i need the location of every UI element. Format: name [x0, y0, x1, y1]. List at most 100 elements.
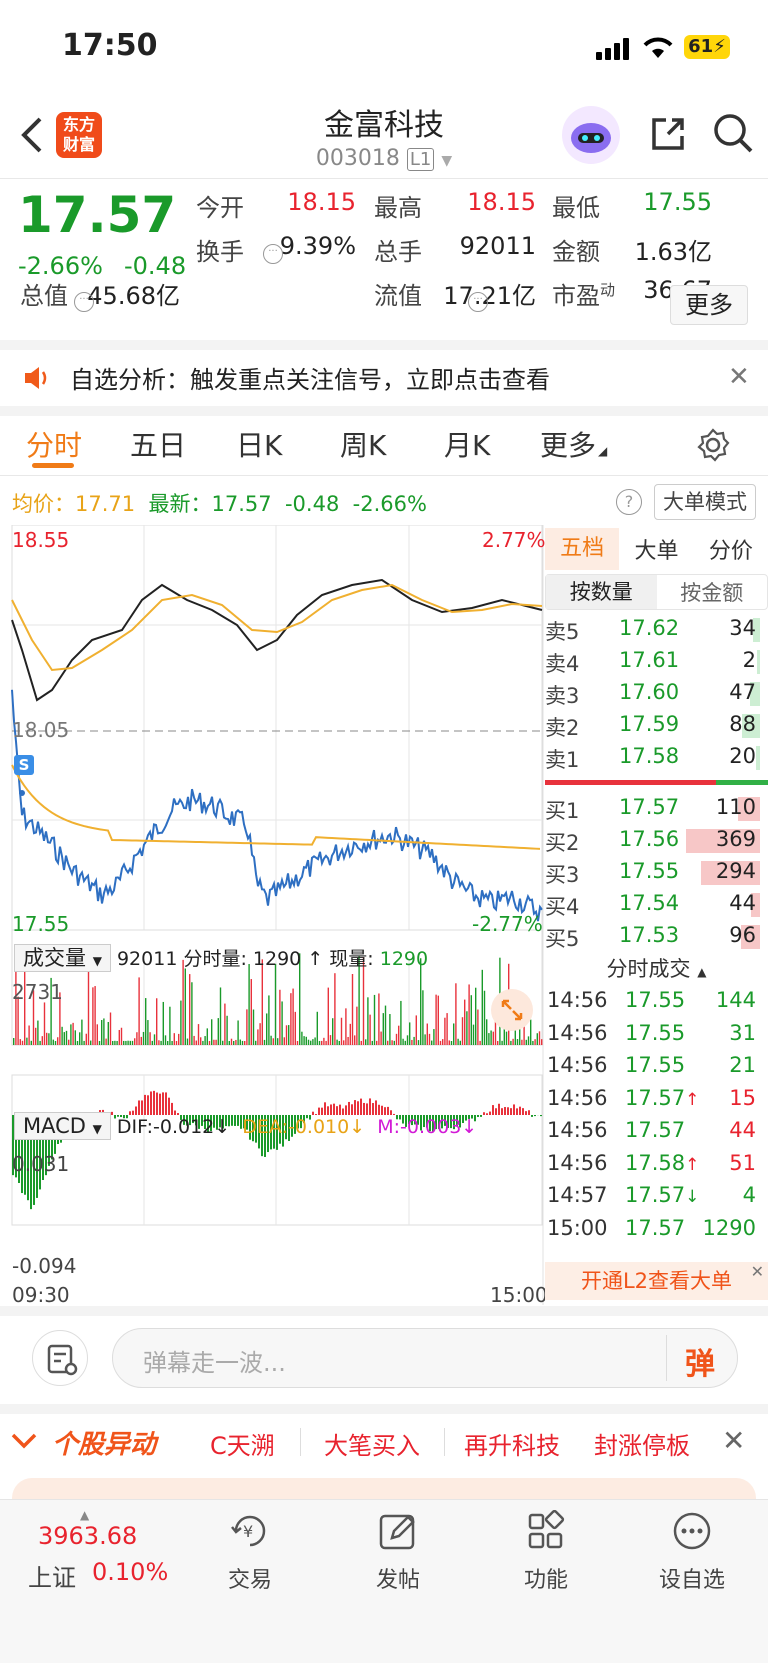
buy-level-row[interactable]: 买3 17.55 294: [545, 857, 768, 889]
info-dot-icon[interactable]: ···: [263, 244, 283, 264]
book-ratio-bar: [545, 780, 768, 785]
level-volume: 294: [715, 859, 756, 883]
volume-bar: [492, 1031, 494, 1045]
mover-item[interactable]: 再升科技: [464, 1426, 560, 1461]
level-volume: 96: [729, 923, 756, 947]
macd-bar: [168, 1097, 170, 1115]
tab-5[interactable]: 更多 ◢: [540, 424, 607, 464]
trades-title-row[interactable]: 分时成交 ▲: [545, 952, 768, 986]
volume-bar: [343, 1040, 345, 1045]
volume-bar: [510, 1040, 512, 1045]
volume-bar: [477, 1009, 479, 1045]
price-mid-label: 18.05: [12, 718, 70, 742]
settings-icon[interactable]: [696, 428, 730, 462]
tab-1[interactable]: 五日: [130, 424, 186, 464]
expand-icon[interactable]: [491, 989, 533, 1031]
chevron-down-icon[interactable]: [10, 1428, 38, 1454]
buy-level-row[interactable]: 买1 17.57 110: [545, 793, 768, 825]
quote-field-label: 流值: [374, 282, 422, 310]
macd-bar: [144, 1094, 146, 1115]
volume-bar: [81, 1019, 83, 1045]
subtab-by-volume[interactable]: 按数量: [546, 575, 657, 609]
more-button[interactable]: 更多: [670, 285, 748, 325]
sell-level-row[interactable]: 卖3 17.60 47: [545, 678, 768, 710]
notes-icon[interactable]: [32, 1330, 88, 1386]
sell-level-row[interactable]: 卖2 17.59 88: [545, 710, 768, 742]
dropdown-icon: ▼: [441, 153, 453, 169]
macd-bar: [141, 1100, 143, 1115]
level-badge: L1: [406, 148, 435, 171]
volume-bar: [120, 1027, 123, 1045]
volume-bar: [314, 1037, 316, 1045]
macd-bar: [159, 1093, 161, 1115]
tab-4[interactable]: 月K: [444, 424, 490, 464]
info-dot-icon[interactable]: ···: [74, 292, 94, 312]
mover-item[interactable]: 大笔买入: [324, 1426, 420, 1461]
trade-arrow: ↓: [685, 1187, 700, 1207]
robot-avatar-icon[interactable]: [562, 106, 620, 164]
volume-bar: [406, 1035, 409, 1045]
subtab-by-amount[interactable]: 按金额: [657, 577, 768, 607]
close-icon[interactable]: ✕: [728, 362, 750, 392]
volume-selector[interactable]: 成交量 ▼: [14, 944, 111, 972]
volume-bar: [129, 1040, 131, 1045]
macd-selector[interactable]: MACD ▼: [14, 1112, 111, 1140]
volume-bar: [318, 1040, 321, 1045]
l2-promo[interactable]: 开通L2查看大单 ✕: [545, 1262, 768, 1300]
notice-bar[interactable]: 自选分析：触发重点关注信号，立即点击查看 ✕: [0, 350, 768, 406]
close-icon[interactable]: ✕: [751, 1262, 764, 1281]
volume-bar: [208, 1041, 211, 1045]
macd-bar: [147, 1095, 149, 1115]
share-icon[interactable]: [648, 114, 688, 154]
help-icon[interactable]: ?: [616, 489, 642, 515]
volume-bar: [488, 1033, 490, 1045]
tab-3[interactable]: 周K: [340, 424, 386, 464]
trade-row: 14:56 17.58↑ 51: [545, 1149, 768, 1182]
quote-field-value: 92011: [459, 232, 536, 260]
tab-2[interactable]: 日K: [236, 424, 282, 464]
volume-bar: [26, 1037, 28, 1045]
tab-price-dist[interactable]: 分价: [694, 533, 768, 565]
dea-line: [11, 583, 543, 672]
comment-input[interactable]: 弹幕走一波... 弹: [112, 1328, 738, 1388]
volume-bar: [380, 1031, 382, 1045]
big-order-mode-button[interactable]: 大单模式: [654, 484, 756, 520]
mover-item[interactable]: 封涨停板: [594, 1426, 690, 1461]
tab-big-orders[interactable]: 大单: [619, 533, 693, 565]
volume-bar: [79, 1032, 81, 1045]
intraday-chart[interactable]: [0, 525, 545, 1305]
search-icon[interactable]: [712, 112, 754, 154]
index-widget[interactable]: ▲ 3963.68 上证 0.10%: [0, 1500, 174, 1610]
nav-post[interactable]: 发帖: [358, 1510, 438, 1594]
close-icon[interactable]: ✕: [722, 1424, 745, 1457]
nav-functions[interactable]: 功能: [506, 1509, 586, 1594]
sell-level-row[interactable]: 卖5 17.62 34: [545, 614, 768, 646]
volume-bar: [367, 997, 369, 1045]
volume-bar: [307, 1039, 310, 1045]
volume-bar: [182, 959, 184, 1045]
mover-item[interactable]: C天溯: [210, 1426, 275, 1461]
volume-bar: [76, 1041, 79, 1045]
trade-price: 17.57↓: [625, 1183, 700, 1207]
buy-level-row[interactable]: 买5 17.53 96: [545, 921, 768, 953]
nav-add-watch[interactable]: 设自选: [652, 1510, 732, 1594]
buy-level-row[interactable]: 买2 17.56 369: [545, 825, 768, 857]
volume-bar: [490, 1030, 492, 1045]
nav-trade[interactable]: ¥ 交易: [210, 1510, 290, 1594]
quote-field-value: 17.55: [643, 188, 712, 216]
volume-bar: [202, 1040, 204, 1045]
sell-level-row[interactable]: 卖4 17.61 2: [545, 646, 768, 678]
tab-five-levels[interactable]: 五档: [545, 528, 620, 570]
sell-level-row[interactable]: 卖1 17.58 20: [545, 742, 768, 774]
volume-bar: [369, 1014, 371, 1045]
volume-bar: [532, 1040, 534, 1045]
volume-bar: [444, 1017, 446, 1045]
danmaku-button[interactable]: 弹: [685, 1339, 715, 1383]
tab-0[interactable]: 分时: [26, 424, 82, 464]
buy-level-row[interactable]: 买4 17.54 44: [545, 889, 768, 921]
info-dot-icon[interactable]: ···: [468, 292, 488, 312]
volume-bar: [334, 973, 336, 1045]
volume-bar: [332, 1018, 334, 1045]
volume-bar: [142, 1031, 145, 1045]
macd-bar: [528, 1110, 530, 1115]
